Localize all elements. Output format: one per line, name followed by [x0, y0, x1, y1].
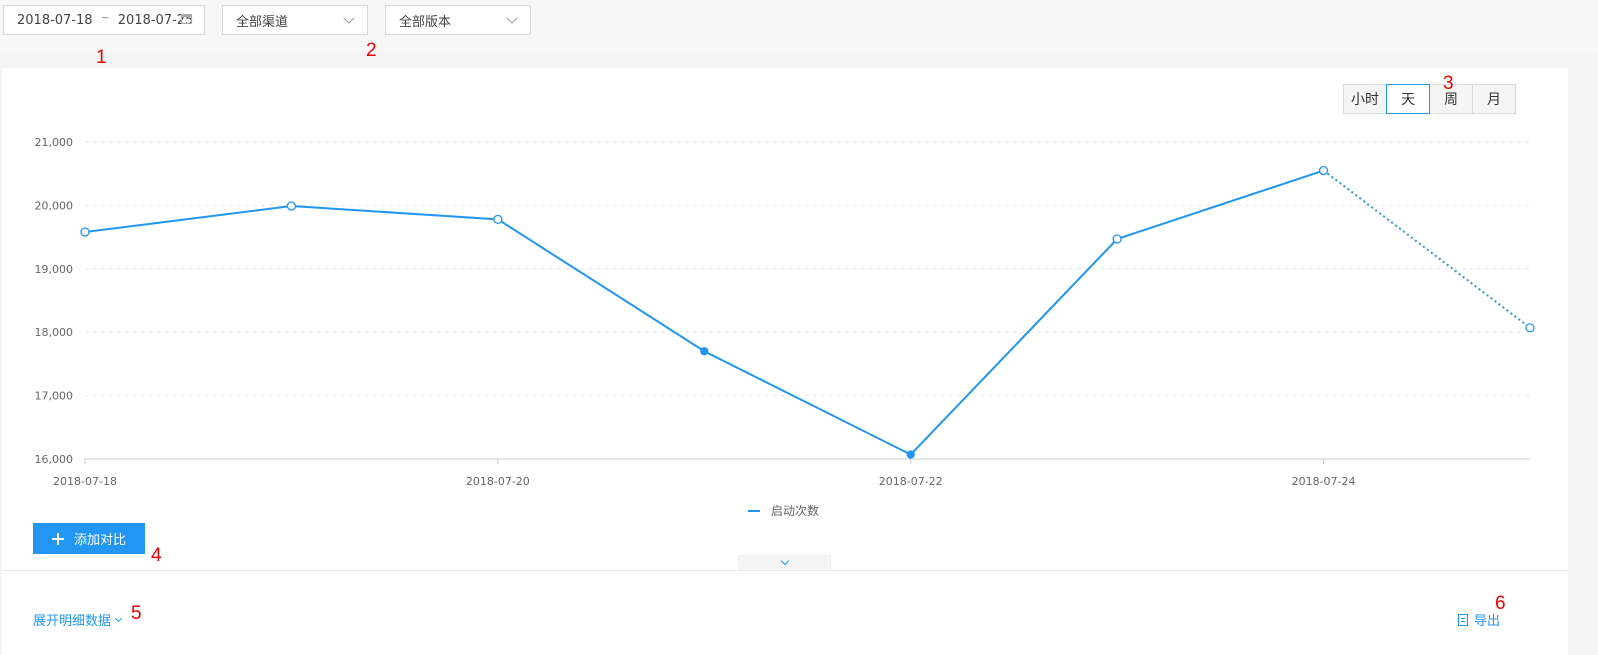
chevron-down-icon — [780, 556, 790, 566]
x-tick-label: 2018-07-22 — [879, 475, 943, 488]
y-tick-label: 18,000 — [35, 326, 74, 339]
plus-icon — [51, 532, 64, 545]
expand-detail-label: 展开明细数据 — [33, 614, 112, 629]
annotation-2: 2 — [366, 40, 377, 61]
y-tick-label: 20,000 — [35, 199, 74, 212]
data-point[interactable] — [1318, 165, 1329, 176]
annotation-4: 4 — [151, 545, 162, 566]
annotation-6: 6 — [1495, 593, 1506, 614]
collapse-toggle[interactable] — [738, 555, 831, 570]
data-point[interactable] — [906, 450, 915, 459]
x-tick-label: 2018-07-18 — [53, 475, 117, 488]
export-icon — [1458, 613, 1468, 626]
y-tick-label: 17,000 — [35, 390, 74, 403]
granularity-month-button[interactable]: 月 — [1472, 84, 1516, 114]
x-tick-label: 2018-07-20 — [466, 475, 530, 488]
annotation-5: 5 — [131, 603, 142, 624]
granularity-toggle: 小时 天 周 月 — [1343, 84, 1516, 114]
y-tick-label: 16,000 — [35, 453, 74, 466]
granularity-day-button[interactable]: 天 — [1386, 84, 1430, 114]
data-point[interactable] — [1525, 323, 1535, 333]
data-point[interactable] — [80, 227, 90, 237]
data-point[interactable] — [493, 214, 503, 224]
divider — [2, 570, 1568, 571]
data-point[interactable] — [1112, 234, 1122, 244]
data-point[interactable] — [286, 201, 297, 211]
legend-label[interactable]: 启动次数 — [771, 503, 819, 518]
add-compare-button[interactable]: 添加对比 — [33, 523, 145, 554]
chevron-down-icon — [114, 614, 123, 622]
annotation-1: 1 — [96, 47, 107, 68]
expand-detail-link[interactable]: 展开明细数据 — [33, 610, 123, 629]
annotation-3: 3 — [1443, 73, 1454, 94]
export-link[interactable]: 导出 — [1458, 610, 1500, 629]
x-tick-label: 2018-07-24 — [1292, 475, 1356, 488]
add-compare-label: 添加对比 — [73, 533, 126, 548]
series-line-projected — [1322, 169, 1531, 329]
y-tick-label: 21,000 — [35, 136, 74, 149]
granularity-hour-button[interactable]: 小时 — [1343, 84, 1387, 114]
data-point[interactable] — [700, 347, 709, 356]
y-tick-label: 19,000 — [35, 263, 74, 276]
series-line — [84, 169, 1324, 456]
